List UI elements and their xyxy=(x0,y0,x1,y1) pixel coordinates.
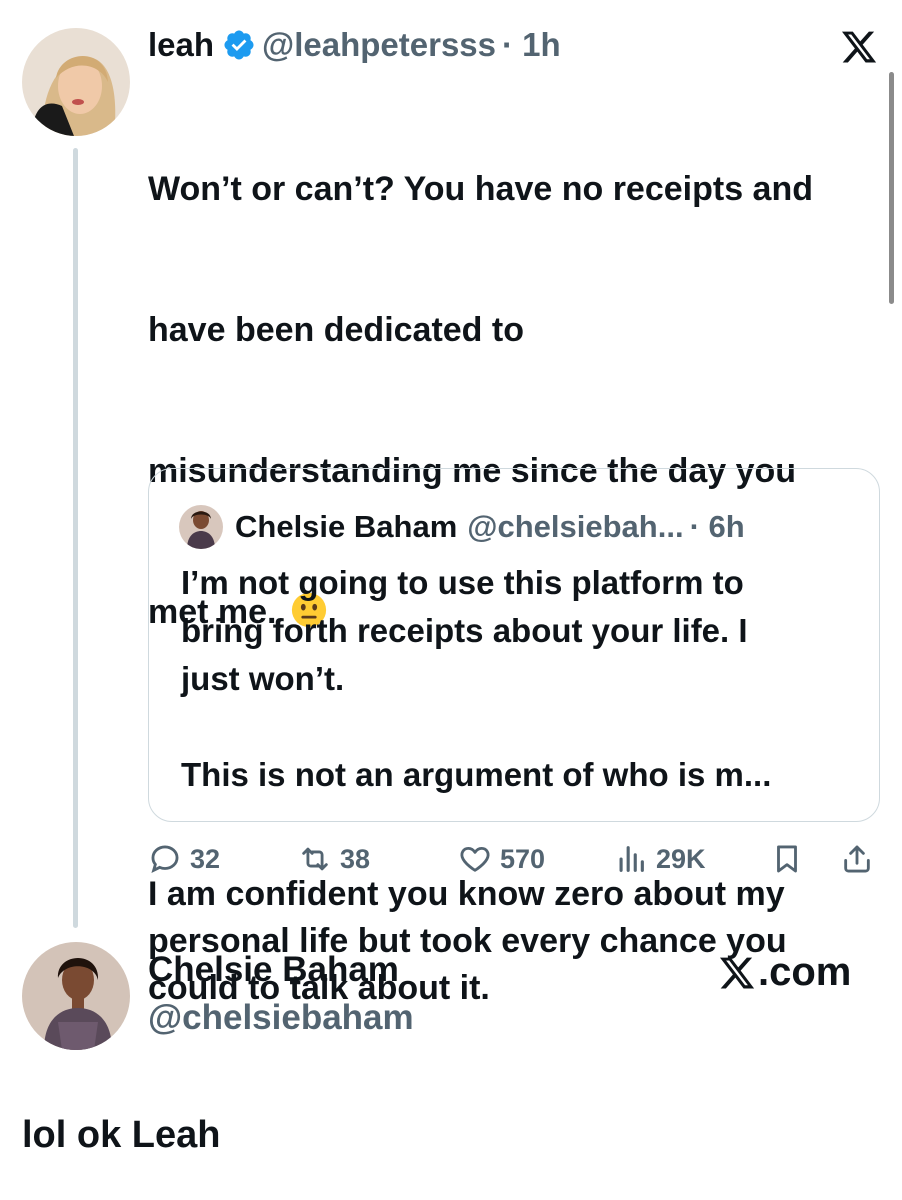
quoted-tweet-card[interactable]: Chelsie Baham @chelsiebah... · 6h I’m no… xyxy=(148,468,880,822)
x-logo-icon xyxy=(841,31,877,63)
quoted-author-name[interactable]: Chelsie Baham xyxy=(235,509,457,545)
views-button[interactable]: 29K xyxy=(614,842,706,876)
quoted-avatar[interactable] xyxy=(179,505,223,549)
tweet-header: leah @leahpetersss · 1h xyxy=(148,24,561,66)
thread-connector-line xyxy=(73,148,78,928)
bookmark-icon xyxy=(777,845,797,873)
tweet-action-bar: 32 38 570 29K xyxy=(148,842,880,886)
scrollbar[interactable] xyxy=(889,72,894,304)
tweet-text-line: Won’t or can’t? You have no receipts and xyxy=(148,170,813,208)
quoted-avatar-image xyxy=(179,505,223,549)
reply-author-avatar[interactable] xyxy=(22,942,130,1050)
quoted-tweet-header: Chelsie Baham @chelsiebah... · 6h xyxy=(179,505,745,549)
like-count: 570 xyxy=(500,843,546,874)
x-logo-icon xyxy=(719,957,755,988)
quoted-author-handle[interactable]: @chelsiebah... xyxy=(467,509,683,545)
share-button[interactable] xyxy=(840,842,882,876)
tweet-author-name[interactable]: leah xyxy=(148,26,214,64)
bookmark-button[interactable] xyxy=(770,842,812,876)
tweet-author-handle[interactable]: @leahpetersss xyxy=(262,26,496,64)
repost-icon xyxy=(302,847,328,871)
avatar-image xyxy=(22,28,130,136)
tweet-text-line: have been dedicated to xyxy=(148,311,524,349)
reply-author-name[interactable]: Chelsie Baham xyxy=(148,950,399,990)
reply-button[interactable]: 32 xyxy=(148,842,220,876)
avatar[interactable] xyxy=(22,28,130,136)
quoted-timestamp[interactable]: · 6h xyxy=(690,509,745,545)
x-com-text: .com xyxy=(758,950,852,994)
reply-author-avatar-image xyxy=(22,942,130,1050)
share-icon xyxy=(844,845,870,873)
quoted-tweet-text: I’m not going to use this platform to br… xyxy=(181,564,772,793)
views-count: 29K xyxy=(656,843,706,874)
reply-text: lol ok Leah xyxy=(22,1114,221,1156)
repost-button[interactable]: 38 xyxy=(298,842,370,876)
tweet-timestamp[interactable]: · 1h xyxy=(502,26,561,64)
reply-author-handle[interactable]: @chelsiebaham xyxy=(148,998,414,1038)
verified-badge-icon xyxy=(224,30,254,60)
reply-icon xyxy=(151,845,179,874)
views-chart-icon xyxy=(619,846,644,872)
repost-count: 38 xyxy=(340,843,371,874)
heart-icon xyxy=(460,846,490,872)
x-com-link[interactable]: .com xyxy=(718,950,851,995)
reply-count: 32 xyxy=(190,843,221,874)
like-button[interactable]: 570 xyxy=(458,842,545,876)
